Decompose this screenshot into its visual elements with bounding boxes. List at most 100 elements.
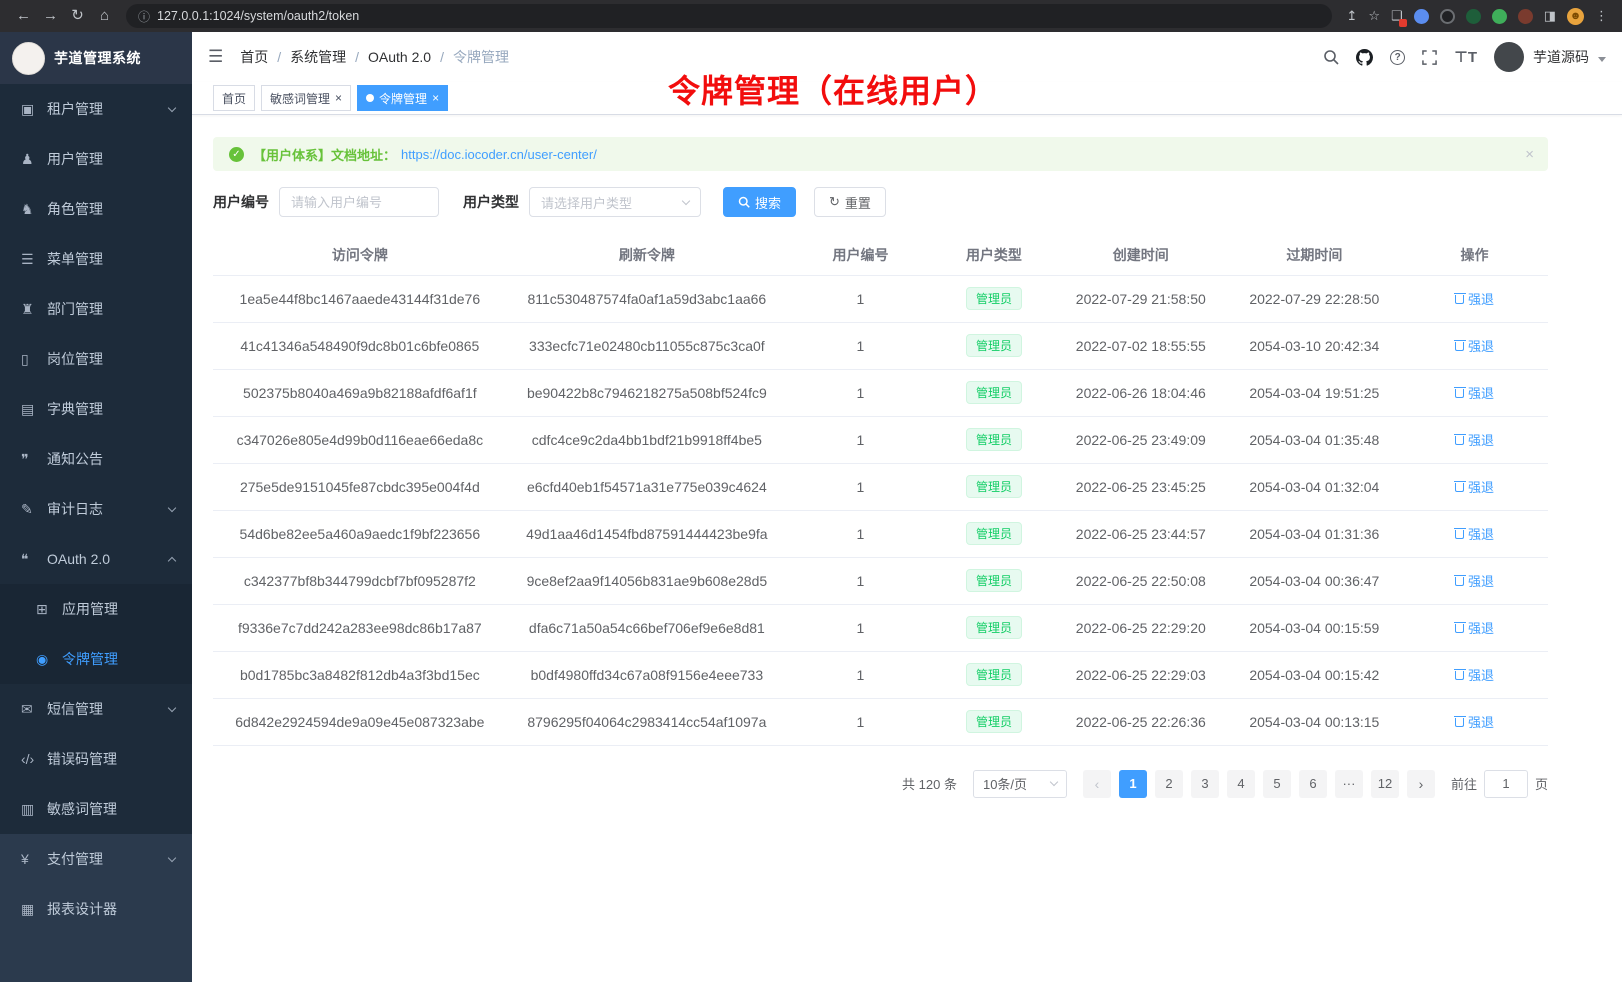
force-logout-button[interactable]: 强退 [1455, 289, 1494, 308]
app-logo[interactable]: 芋道管理系统 [0, 32, 192, 84]
user-id-input[interactable] [279, 187, 439, 217]
address-bar[interactable]: ⓘ 127.0.0.1:1024/system/oauth2/token [126, 4, 1332, 28]
sidebar-item-user[interactable]: ♟用户管理 [0, 134, 192, 184]
prev-page-button[interactable]: ‹ [1083, 770, 1111, 798]
search-icon[interactable] [1323, 49, 1339, 65]
help-icon[interactable]: ? [1390, 50, 1405, 65]
table-header-row: 访问令牌刷新令牌用户编号用户类型创建时间过期时间操作 [213, 235, 1548, 275]
bookmark-star-icon[interactable]: ☆ [1368, 8, 1380, 24]
extension-paw-icon[interactable] [1518, 9, 1533, 24]
force-logout-button[interactable]: 强退 [1455, 383, 1494, 402]
page-button-12[interactable]: 12 [1371, 770, 1399, 798]
user-type-cell: 管理员 [934, 369, 1054, 416]
side-panel-icon[interactable]: ◨ [1544, 8, 1556, 24]
sidebar-item-label: 租户管理 [47, 99, 103, 119]
force-logout-button[interactable]: 强退 [1455, 665, 1494, 684]
home-icon[interactable]: ⌂ [91, 0, 118, 32]
tab-令牌管理[interactable]: 令牌管理× [357, 85, 448, 111]
create-time-cell: 2022-07-02 18:55:55 [1054, 322, 1228, 369]
alert-close-icon[interactable]: × [1525, 146, 1534, 163]
browser-menu-icon[interactable]: ⋮ [1595, 8, 1608, 24]
create-time-cell: 2022-06-26 18:04:46 [1054, 369, 1228, 416]
create-time-cell: 2022-06-25 23:45:25 [1054, 463, 1228, 510]
expire-time-cell: 2054-03-04 01:32:04 [1228, 463, 1402, 510]
sidebar-item-label: 敏感词管理 [47, 799, 117, 819]
force-logout-button[interactable]: 强退 [1455, 618, 1494, 637]
breadcrumb-item[interactable]: OAuth 2.0 [368, 49, 431, 65]
force-logout-button[interactable]: 强退 [1455, 712, 1494, 731]
extension-blue-icon[interactable] [1414, 9, 1429, 24]
force-logout-button[interactable]: 强退 [1455, 430, 1494, 449]
github-icon[interactable] [1356, 49, 1373, 66]
tab-首页[interactable]: 首页 [213, 85, 255, 111]
user-type-select[interactable]: 请选择用户类型 [529, 187, 701, 217]
delete-icon [1455, 436, 1464, 445]
force-logout-button[interactable]: 强退 [1455, 477, 1494, 496]
page-button-1[interactable]: 1 [1119, 770, 1147, 798]
breadcrumb-item[interactable]: 首页 [240, 47, 268, 67]
sidebar-item-dept[interactable]: ♜部门管理 [0, 284, 192, 334]
back-icon[interactable]: ← [10, 0, 37, 32]
goto-page-input[interactable] [1484, 770, 1528, 798]
share-icon[interactable]: ↥ [1346, 8, 1357, 24]
force-logout-button[interactable]: 强退 [1455, 336, 1494, 355]
browser-profile-avatar[interactable]: ☻ [1567, 8, 1584, 25]
sidebar-item-sms[interactable]: ✉短信管理 [0, 684, 192, 734]
table-row: b0d1785bc3a8482f812db4a3f3bd15ecb0df4980… [213, 651, 1548, 698]
page-button-5[interactable]: 5 [1263, 770, 1291, 798]
create-time-cell: 2022-06-25 22:50:08 [1054, 557, 1228, 604]
search-button[interactable]: 搜索 [723, 187, 796, 217]
tab-敏感词管理[interactable]: 敏感词管理× [261, 85, 351, 111]
reset-button[interactable]: ↻ 重置 [814, 187, 886, 217]
extension-darkgreen-icon[interactable] [1466, 9, 1481, 24]
breadcrumb-item[interactable]: 系统管理 [290, 47, 346, 67]
sidebar-menu: ▣租户管理♟用户管理♞角色管理☰菜单管理♜部门管理▯岗位管理▤字典管理❞通知公告… [0, 84, 192, 934]
tab-close-icon[interactable]: × [335, 92, 342, 104]
page-button-6[interactable]: 6 [1299, 770, 1327, 798]
sidebar-item-notice[interactable]: ❞通知公告 [0, 434, 192, 484]
extension-dark-icon[interactable] [1440, 9, 1455, 24]
font-size-icon[interactable]: ⊤T [1454, 48, 1477, 66]
sidebar-item-pay[interactable]: ¥支付管理 [0, 834, 192, 884]
user-avatar[interactable] [1494, 42, 1524, 72]
access-token-cell: 275e5de9151045fe87cbdc395e004f4d [213, 463, 507, 510]
post-icon: ▯ [21, 351, 47, 368]
collapse-sidebar-icon[interactable]: ☰ [208, 47, 223, 67]
force-logout-button[interactable]: 强退 [1455, 571, 1494, 590]
sidebar-item-sensitive-word[interactable]: ▥敏感词管理 [0, 784, 192, 834]
sidebar-item-dict[interactable]: ▤字典管理 [0, 384, 192, 434]
sidebar-item-report-designer[interactable]: ▦报表设计器 [0, 884, 192, 934]
sidebar-item-oauth2-token[interactable]: ◉令牌管理 [0, 634, 192, 684]
fullscreen-icon[interactable] [1422, 50, 1437, 65]
reload-icon[interactable]: ↻ [64, 0, 91, 32]
sidebar-item-label: 用户管理 [47, 149, 103, 169]
sidebar-item-audit-log[interactable]: ✎审计日志 [0, 484, 192, 534]
page-button-2[interactable]: 2 [1155, 770, 1183, 798]
extensions-icon[interactable]: ❑ [1391, 8, 1403, 24]
expire-time-cell: 2054-03-10 20:42:34 [1228, 322, 1402, 369]
site-info-icon[interactable]: ⓘ [138, 8, 150, 25]
page-size-select[interactable]: 10条/页 [973, 770, 1067, 798]
sidebar-item-error-code[interactable]: ‹/›错误码管理 [0, 734, 192, 784]
sidebar-item-oauth2[interactable]: ❝OAuth 2.0 [0, 534, 192, 584]
force-logout-button[interactable]: 强退 [1455, 524, 1494, 543]
forward-icon[interactable]: → [37, 0, 64, 32]
chevron-down-icon[interactable] [1598, 57, 1606, 62]
alert-link[interactable]: https://doc.iocoder.cn/user-center/ [401, 147, 597, 162]
refresh-token-cell: 8796295f04064c2983414cc54af1097a [507, 698, 787, 745]
tenant-icon: ▣ [21, 101, 47, 118]
tab-close-icon[interactable]: × [432, 92, 439, 104]
sidebar-item-role[interactable]: ♞角色管理 [0, 184, 192, 234]
sidebar-item-tenant[interactable]: ▣租户管理 [0, 84, 192, 134]
sidebar-item-menu[interactable]: ☰菜单管理 [0, 234, 192, 284]
user-type-cell: 管理员 [934, 604, 1054, 651]
pagination-more[interactable]: ··· [1335, 770, 1363, 798]
sidebar-item-oauth2-app[interactable]: ⊞应用管理 [0, 584, 192, 634]
next-page-button[interactable]: › [1407, 770, 1435, 798]
column-header: 访问令牌 [213, 235, 507, 275]
action-cell: 强退 [1401, 604, 1548, 651]
sidebar-item-post[interactable]: ▯岗位管理 [0, 334, 192, 384]
extension-green-icon[interactable] [1492, 9, 1507, 24]
page-button-3[interactable]: 3 [1191, 770, 1219, 798]
page-button-4[interactable]: 4 [1227, 770, 1255, 798]
